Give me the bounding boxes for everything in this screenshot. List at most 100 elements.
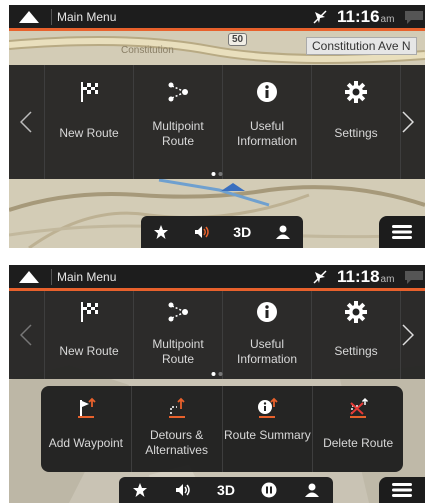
multipoint-icon: [165, 79, 191, 105]
menu-next-button[interactable]: [391, 65, 425, 179]
screen-title: Main Menu: [57, 270, 117, 284]
message-icon[interactable]: [403, 9, 425, 25]
bottom-toolbar: 3D: [119, 477, 333, 503]
menu-prev-button[interactable]: [9, 291, 43, 379]
sound-button[interactable]: [182, 216, 223, 248]
bottom-toolbar: 3D: [141, 216, 303, 248]
menu-next-button[interactable]: [391, 291, 425, 379]
route-shield: 50: [228, 33, 248, 46]
menu-item-multipoint-route[interactable]: Multipoint Route: [133, 291, 222, 379]
favorites-button[interactable]: [119, 477, 162, 503]
gear-icon: [343, 299, 369, 325]
page-indicator: [211, 372, 223, 376]
chevron-left-icon: [20, 111, 32, 133]
status-bar: Main Menu 11:16am: [9, 5, 425, 31]
speaker-icon: [176, 484, 190, 496]
submenu-item-detours[interactable]: Detours & Alternatives: [130, 386, 222, 472]
checkered-flag-icon: [76, 79, 102, 105]
multipoint-icon: [165, 299, 191, 325]
pause-icon: [261, 482, 277, 498]
menu-item-label: Settings: [334, 344, 378, 358]
sound-button[interactable]: [162, 477, 205, 503]
menu-item-useful-information[interactable]: Useful Information: [222, 291, 311, 379]
menu-item-label: Settings: [334, 126, 378, 140]
view-mode-button[interactable]: 3D: [205, 477, 248, 503]
view-mode-button[interactable]: 3D: [222, 216, 263, 248]
menu-item-new-route[interactable]: New Route: [44, 65, 133, 179]
speaker-icon: [194, 226, 209, 238]
add-waypoint-icon: [73, 396, 99, 420]
submenu-item-label: Delete Route: [323, 436, 394, 450]
user-icon: [304, 483, 319, 497]
route-summary-icon: [254, 396, 280, 420]
collapse-menu-button[interactable]: [9, 265, 49, 288]
menu-item-label: New Route: [59, 126, 119, 140]
gps-signal-icon[interactable]: [313, 10, 327, 24]
page-dot-active: [211, 372, 216, 376]
profile-button[interactable]: [290, 477, 333, 503]
menu-item-label: Useful Information: [236, 119, 298, 148]
route-submenu-panel: Add Waypoint Detours & Alternatives Rout…: [41, 386, 403, 472]
checkered-flag-icon: [76, 299, 102, 325]
clock-time: 11:16: [337, 7, 380, 26]
star-icon: [133, 483, 148, 497]
delete-route-icon: [345, 396, 371, 420]
chevron-right-icon: [402, 324, 414, 346]
screen-title: Main Menu: [57, 10, 117, 24]
profile-button[interactable]: [263, 216, 304, 248]
submenu-item-label: Detours & Alternatives: [145, 428, 208, 457]
collapse-menu-button[interactable]: [9, 5, 49, 28]
submenu-item-delete-route[interactable]: Delete Route: [312, 386, 403, 472]
menu-item-new-route[interactable]: New Route: [44, 291, 133, 379]
submenu-item-add-waypoint[interactable]: Add Waypoint: [41, 386, 131, 472]
chevron-up-icon: [19, 10, 39, 23]
navigation-screen-2: Main Menu 11:18am New Route Multipoint R…: [9, 265, 425, 503]
menu-prev-button[interactable]: [9, 65, 43, 179]
hamburger-icon: [392, 483, 412, 497]
info-icon: [254, 79, 280, 105]
page-dot: [218, 372, 223, 376]
gps-signal-icon[interactable]: [313, 270, 327, 284]
chevron-up-icon: [19, 270, 39, 283]
menu-item-useful-information[interactable]: Useful Information: [222, 65, 311, 179]
current-street-label: Constitution Ave N: [306, 37, 417, 55]
map-road-label: Constitution: [121, 45, 174, 56]
hamburger-menu-button[interactable]: [379, 477, 425, 503]
hamburger-menu-button[interactable]: [379, 216, 425, 248]
message-icon[interactable]: [403, 269, 425, 285]
menu-item-label: Multipoint Route: [152, 337, 204, 366]
clock-time: 11:18: [337, 267, 380, 286]
submenu-item-route-summary[interactable]: Route Summary: [221, 386, 313, 472]
chevron-right-icon: [402, 111, 414, 133]
menu-item-label: New Route: [59, 344, 119, 358]
info-icon: [254, 299, 280, 325]
pause-button[interactable]: [247, 477, 290, 503]
status-bar: Main Menu 11:18am: [9, 265, 425, 291]
hamburger-icon: [392, 225, 412, 239]
gear-icon: [343, 79, 369, 105]
page-indicator: [211, 172, 223, 176]
page-dot: [218, 172, 223, 176]
clock: 11:16am: [337, 7, 394, 27]
user-icon: [275, 225, 290, 239]
divider: [51, 269, 52, 285]
submenu-item-label: Add Waypoint: [48, 436, 123, 450]
menu-item-label: Multipoint Route: [152, 119, 204, 148]
clock-ampm: am: [380, 274, 395, 285]
page-dot-active: [211, 172, 216, 176]
navigation-screen-1: Constitution 50 Constitution Ave N Main …: [9, 5, 425, 248]
clock: 11:18am: [337, 267, 394, 287]
star-icon: [154, 225, 169, 239]
divider: [51, 9, 52, 25]
chevron-left-icon: [20, 324, 32, 346]
clock-ampm: am: [380, 14, 395, 25]
submenu-item-label: Route Summary: [224, 428, 311, 442]
main-menu-panel: New Route Multipoint Route Useful Inform…: [9, 291, 425, 379]
detour-icon: [164, 396, 190, 420]
menu-item-multipoint-route[interactable]: Multipoint Route: [133, 65, 222, 179]
main-menu-panel: New Route Multipoint Route Useful Inform…: [9, 65, 425, 179]
menu-item-label: Useful Information: [236, 337, 298, 366]
menu-item-settings[interactable]: Settings: [311, 65, 401, 179]
menu-item-settings[interactable]: Settings: [311, 291, 401, 379]
favorites-button[interactable]: [141, 216, 182, 248]
